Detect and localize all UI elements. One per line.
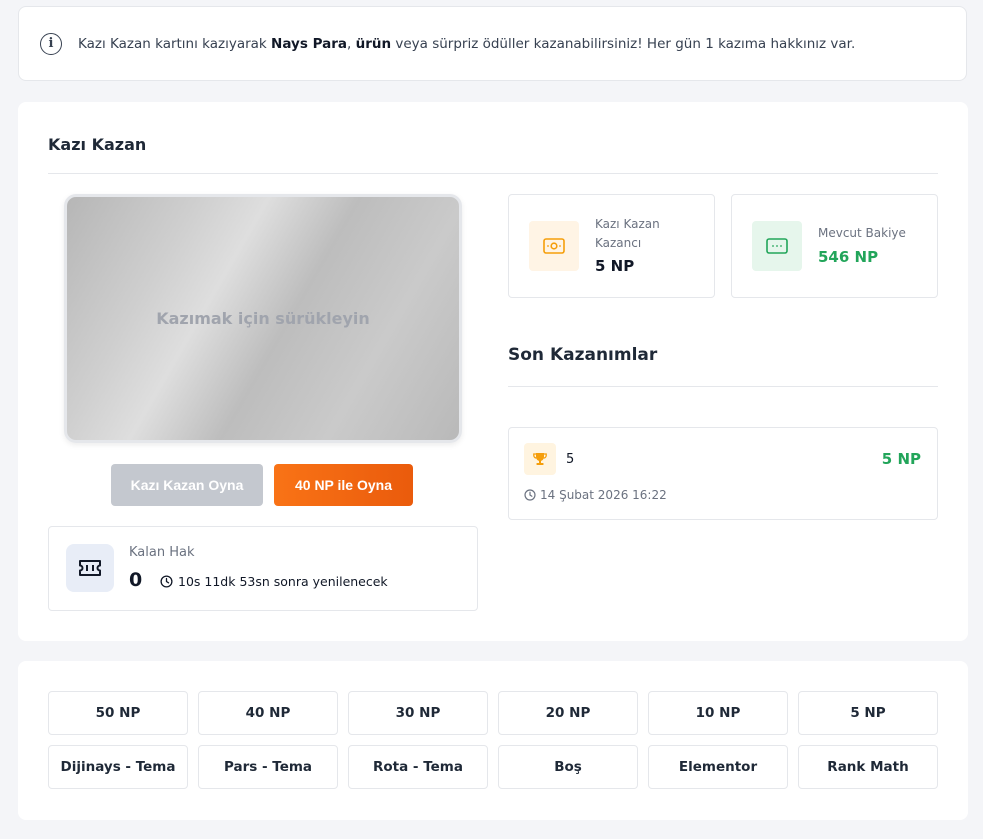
win-name: 5 (566, 452, 575, 467)
info-banner: i Kazı Kazan kartını kazıyarak Nays Para… (18, 6, 967, 81)
clock-icon (524, 489, 536, 501)
remaining-rights-card: Kalan Hak 0 10s 11dk 53sn sonra yenilene… (48, 526, 478, 611)
wallet-icon (752, 221, 802, 271)
prize-item: Dijinays - Tema (48, 745, 188, 789)
earnings-card: Kazı Kazan Kazancı 5 NP (508, 194, 715, 298)
prize-item: Rota - Tema (348, 745, 488, 789)
recent-wins-title: Son Kazanımlar (508, 345, 658, 365)
prize-item: Pars - Tema (198, 745, 338, 789)
divider (508, 386, 938, 387)
prize-item: Rank Math (798, 745, 938, 789)
scratch-area[interactable]: Kazımak için sürükleyin (64, 194, 462, 443)
win-date: 14 Şubat 2026 16:22 (524, 488, 667, 502)
balance-value: 546 NP (818, 248, 879, 266)
earnings-label: Kazı Kazan Kazancı (595, 217, 660, 250)
paid-play-button[interactable]: 40 NP ile Oyna (274, 464, 413, 506)
play-button[interactable]: Kazı Kazan Oyna (111, 464, 263, 506)
win-date-text: 14 Şubat 2026 16:22 (540, 488, 667, 502)
timer-text: 10s 11dk 53sn sonra yenilenecek (178, 574, 388, 589)
divider (48, 173, 938, 174)
rights-label: Kalan Hak (129, 545, 195, 560)
money-icon (529, 221, 579, 271)
win-amount: 5 NP (881, 450, 921, 468)
ticket-icon (66, 544, 114, 592)
scratch-hint: Kazımak için sürükleyin (156, 309, 370, 328)
rights-count: 0 (129, 569, 143, 591)
prize-item: 10 NP (648, 691, 788, 735)
refresh-timer: 10s 11dk 53sn sonra yenilenecek (160, 574, 388, 589)
clock-icon (160, 575, 173, 588)
prize-item: 5 NP (798, 691, 938, 735)
balance-label: Mevcut Bakiye (818, 226, 906, 240)
prize-list-card: 50 NP 40 NP 30 NP 20 NP 10 NP 5 NP Dijin… (18, 661, 968, 820)
scratch-game-card: Kazı Kazan Kazımak için sürükleyin Kazı … (18, 102, 968, 641)
balance-card: Mevcut Bakiye 546 NP (731, 194, 938, 298)
list-item: 5 5 NP 14 Şubat 2026 16:22 (508, 427, 938, 520)
page-title: Kazı Kazan (48, 135, 147, 154)
info-text: Kazı Kazan kartını kazıyarak Nays Para, … (78, 35, 856, 52)
prize-grid: 50 NP 40 NP 30 NP 20 NP 10 NP 5 NP Dijin… (48, 691, 938, 789)
prize-item: 50 NP (48, 691, 188, 735)
prize-item: Elementor (648, 745, 788, 789)
prize-item: Boş (498, 745, 638, 789)
prize-item: 20 NP (498, 691, 638, 735)
trophy-icon (524, 443, 556, 475)
prize-item: 40 NP (198, 691, 338, 735)
info-icon: i (40, 32, 62, 55)
prize-item: 30 NP (348, 691, 488, 735)
earnings-value: 5 NP (595, 257, 635, 275)
